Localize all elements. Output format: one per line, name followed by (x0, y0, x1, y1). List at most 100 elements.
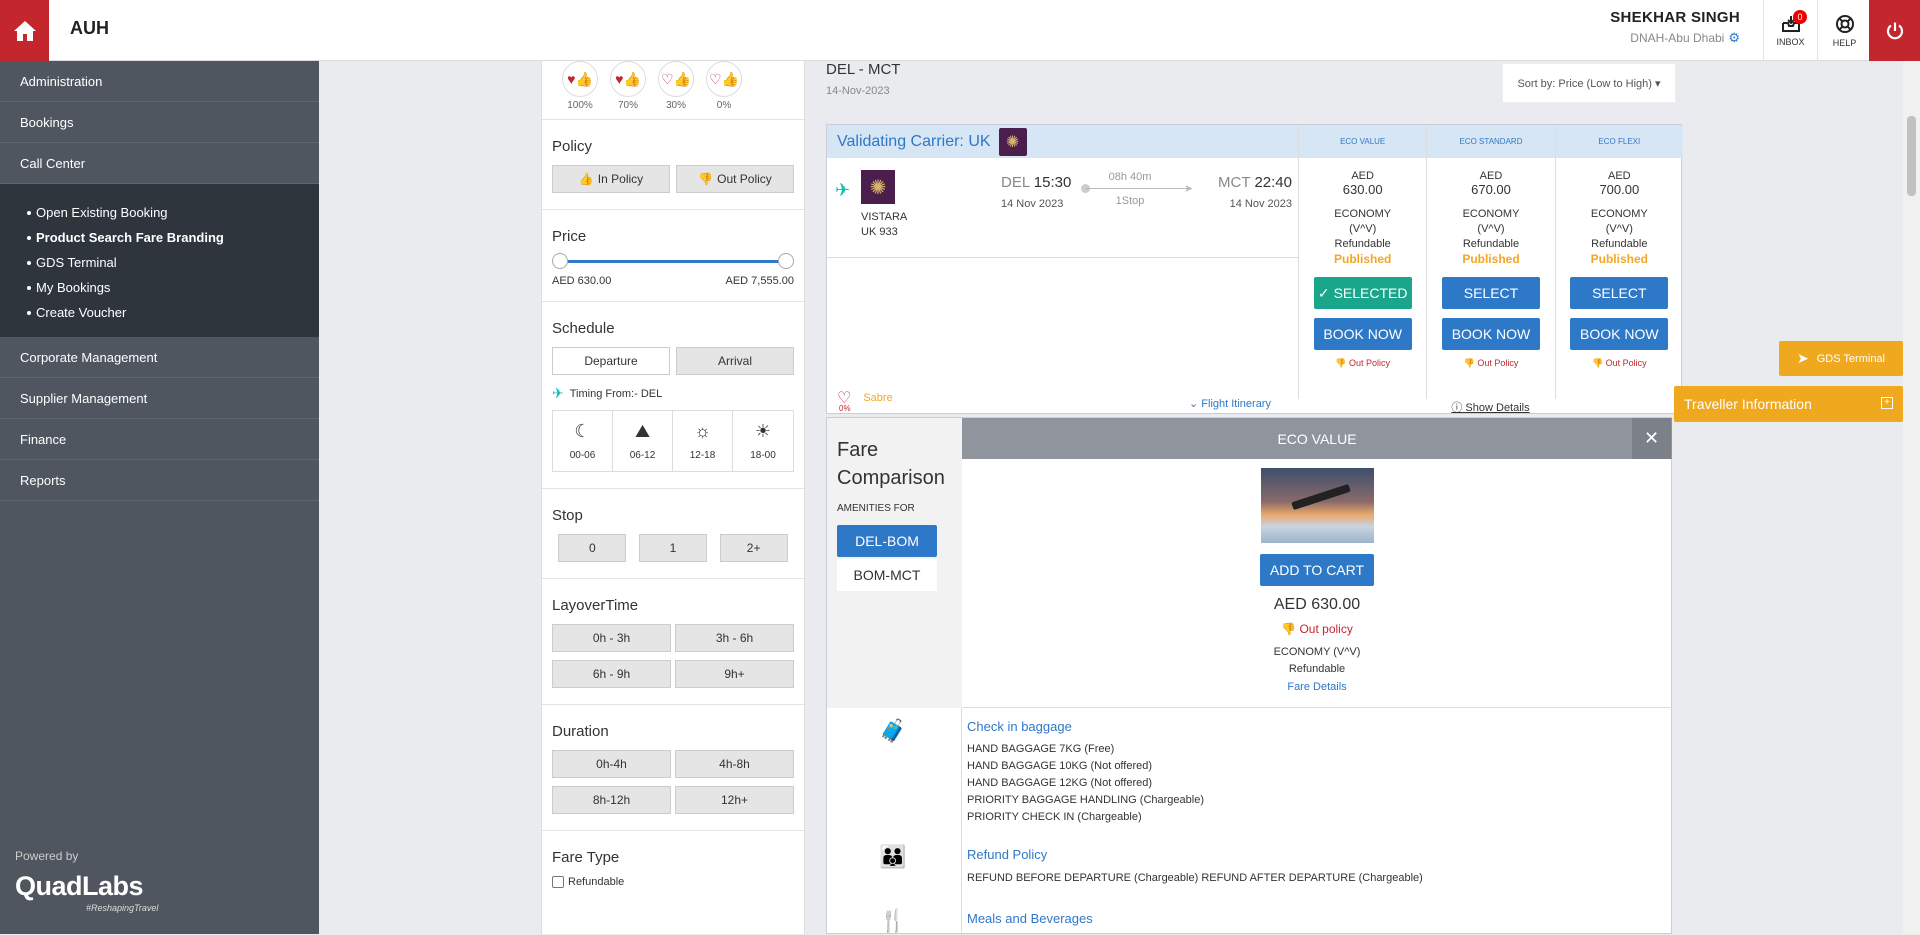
slot-label: 18-00 (750, 450, 776, 461)
power-icon (1886, 22, 1903, 39)
slot-00-06[interactable]: ☾ 00-06 (553, 411, 613, 471)
slot-12-18[interactable]: ☼ 12-18 (673, 411, 733, 471)
arrival-tab[interactable]: Arrival (676, 347, 794, 375)
book-now-button[interactable]: BOOK NOW (1570, 318, 1669, 350)
arr-time: 22:40 (1254, 174, 1292, 191)
refundable-checkbox[interactable]: Refundable (552, 876, 794, 888)
flight-itinerary-link[interactable]: ⌄ Flight Itinerary (1189, 397, 1271, 410)
submenu-gds-terminal[interactable]: GDS Terminal (27, 250, 319, 275)
stop-title: Stop (552, 507, 583, 524)
schedule-title: Schedule (552, 320, 615, 337)
duration-12plus-button[interactable]: 12h+ (675, 786, 794, 814)
submenu-open-existing-booking[interactable]: Open Existing Booking (27, 200, 319, 225)
price-slider-max-handle[interactable] (778, 253, 794, 269)
thumbs-down-icon: 👎 (698, 172, 714, 186)
book-now-button[interactable]: BOOK NOW (1313, 318, 1412, 350)
logout-button[interactable] (1869, 0, 1920, 61)
gear-icon[interactable]: ⚙ (1728, 30, 1740, 46)
fare-head: ECO VALUE (1299, 125, 1427, 158)
sidebar-item-supplier-management[interactable]: Supplier Management (0, 378, 319, 419)
moon-icon: ☾ (574, 421, 591, 441)
arrival-info: MCT 22:40 (1207, 174, 1292, 191)
price-title: Price (552, 228, 587, 245)
stop-filter: Stop 0 1 2+ (542, 489, 804, 579)
layover-3-6-button[interactable]: 3h - 6h (675, 624, 794, 652)
rating-label: 30% (665, 100, 686, 111)
fare-class: ECONOMY (V^V) Refundable (1556, 207, 1683, 252)
layover-6-9-button[interactable]: 6h - 9h (552, 660, 671, 688)
submenu-product-search-fare-branding[interactable]: Product Search Fare Branding (27, 225, 319, 250)
traveller-information-button[interactable]: Traveller Information + (1674, 386, 1903, 422)
book-now-button[interactable]: BOOK NOW (1441, 318, 1540, 350)
meals-title: Meals and Beverages (967, 911, 1093, 926)
slot-18-00[interactable]: ☀ 18-00 (733, 411, 793, 471)
fare-column-eco-value: ECO VALUE AED 630.00 ECONOMY (V^V) Refunda… (1298, 125, 1427, 399)
price-slider-min-handle[interactable] (552, 253, 568, 269)
sidebar-item-call-center[interactable]: Call Center (0, 143, 319, 184)
segment-tab-del-bom[interactable]: DEL-BOM (837, 525, 937, 557)
select-button[interactable]: SELECT (1570, 277, 1669, 309)
add-to-cart-button[interactable]: ADD TO CART (1260, 554, 1374, 586)
timing-from-label: Timing From:- DEL (569, 387, 663, 400)
slot-label: 12-18 (689, 450, 716, 461)
call-center-submenu: Open Existing Booking Product Search Far… (0, 184, 319, 337)
rating-option-70[interactable]: ♥ 👍 70% (610, 61, 646, 111)
home-button[interactable] (0, 0, 49, 61)
scrollbar-thumb[interactable] (1907, 116, 1916, 196)
sidebar-item-bookings[interactable]: Bookings (0, 102, 319, 143)
rating-option-0[interactable]: ♡ 👍 0% (706, 61, 742, 111)
out-policy-button[interactable]: 👎 Out Policy (676, 165, 794, 193)
show-details-label: Show Details (1465, 402, 1530, 414)
selected-button[interactable]: ✓ SELECTED (1313, 277, 1412, 309)
gds-terminal-button[interactable]: ➤ GDS Terminal (1779, 341, 1903, 376)
price-slider[interactable] (552, 251, 794, 271)
layover-9plus-button[interactable]: 9h+ (675, 660, 794, 688)
fare-details-link[interactable]: Fare Details (962, 681, 1672, 693)
fare-amount: 670.00 (1471, 182, 1511, 197)
inbox-button[interactable]: 0 INBOX (1763, 0, 1817, 61)
duration-8-12-button[interactable]: 8h-12h (552, 786, 671, 814)
rating-option-100[interactable]: ♥ 👍 100% (562, 61, 598, 111)
segment-tab-bom-mct[interactable]: BOM-MCT (837, 559, 937, 591)
sort-dropdown[interactable]: Sort by: Price (Low to High) ▾ (1502, 63, 1676, 103)
layover-0-3-button[interactable]: 0h - 3h (552, 624, 671, 652)
sidebar-item-finance[interactable]: Finance (0, 419, 319, 460)
baggage-item: HAND BAGGAGE 7KG (Free) (967, 743, 1115, 755)
show-details-link[interactable]: ⓘ Show Details (1298, 399, 1683, 415)
submenu-my-bookings[interactable]: My Bookings (27, 275, 319, 300)
departure-tab[interactable]: Departure (552, 347, 670, 375)
stop-2plus-button[interactable]: 2+ (719, 534, 788, 562)
submenu-create-voucher[interactable]: Create Voucher (27, 300, 319, 325)
layover-filter: LayoverTime 0h - 3h 3h - 6h 6h - 9h 9h+ (542, 579, 804, 705)
published-label: Published (1462, 252, 1520, 266)
refund-status: Refundable (1462, 238, 1520, 250)
sidebar-item-reports[interactable]: Reports (0, 460, 319, 501)
duration-4-8-button[interactable]: 4h-8h (675, 750, 794, 778)
user-box[interactable]: SHEKHAR SINGH DNAH-Abu Dhabi ⚙ (1610, 9, 1740, 46)
rating-option-30[interactable]: ♡ 👍 30% (658, 61, 694, 111)
refund-status: Refundable (1591, 238, 1648, 250)
cabin: ECONOMY (1590, 208, 1648, 220)
stop-1-button[interactable]: 1 (638, 534, 707, 562)
close-button[interactable]: ✕ (1632, 418, 1671, 459)
divider (961, 708, 962, 935)
fare-comparison-panel: Fare Comparison AMENITIES FOR DEL-BOM BOM… (826, 417, 1672, 935)
sidebar-item-corporate-management[interactable]: Corporate Management (0, 337, 319, 378)
stop-0-button[interactable]: 0 (558, 534, 627, 562)
slot-label: 00-06 (569, 450, 596, 461)
thumbs-down-icon: 👎 (1335, 358, 1347, 368)
booking-code: (V^V) (1605, 223, 1633, 235)
in-policy-button[interactable]: 👍 In Policy (552, 165, 670, 193)
in-policy-label: In Policy (597, 172, 644, 186)
slot-06-12[interactable]: ⛰ 06-12 (613, 411, 673, 471)
scrollbar[interactable] (1903, 61, 1920, 934)
sidebar-item-administration[interactable]: Administration (0, 61, 319, 102)
duration-0-4-button[interactable]: 0h-4h (552, 750, 671, 778)
quadlabs-tagline: #ReshapingTravel (86, 903, 159, 913)
send-icon: ➤ (1797, 350, 1809, 366)
fare-column-eco-flexi: ECO FLEXI AED 700.00 ECONOMY (V^V) Refunda… (1554, 125, 1683, 399)
refund-status: Refundable (1334, 238, 1391, 250)
comparison-policy-text: Out policy (1299, 622, 1353, 636)
select-button[interactable]: SELECT (1441, 277, 1540, 309)
help-button[interactable]: HELP (1817, 0, 1871, 61)
